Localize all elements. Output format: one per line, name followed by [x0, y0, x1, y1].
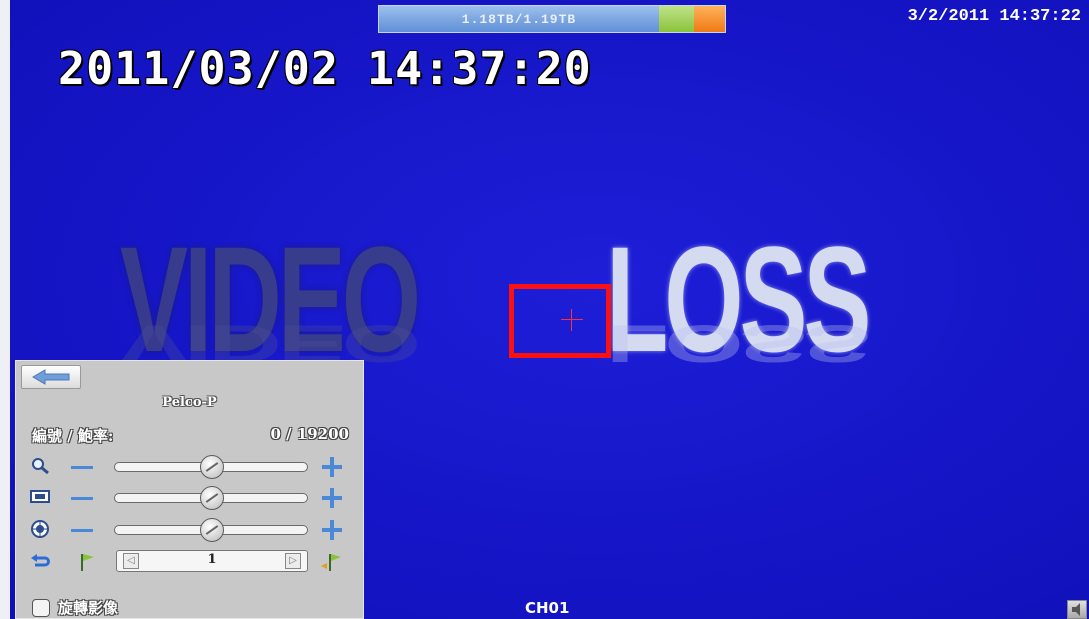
zoom-slider-knob[interactable] — [200, 455, 224, 479]
preset-row: ◁ 1 ▷ — [16, 550, 363, 574]
zoom-in-button[interactable] — [320, 455, 344, 479]
magnifier-icon — [32, 458, 49, 475]
flag-go-icon[interactable] — [320, 552, 342, 572]
preset-value: 1 — [207, 552, 217, 567]
focus-row — [16, 486, 363, 510]
storage-segment-orange — [694, 6, 725, 32]
iris-close-button[interactable] — [68, 518, 96, 542]
channel-label: CH01 — [525, 599, 570, 617]
rotate-image-label: 旋轉影像 — [58, 599, 119, 617]
storage-text: 1.18TB/1.19TB — [461, 11, 577, 27]
iris-slider[interactable] — [114, 518, 308, 542]
video-loss-reflection-loss: LOSS — [606, 314, 868, 374]
crosshair-icon — [561, 309, 583, 331]
focus-far-button[interactable] — [320, 486, 344, 510]
flag-icon[interactable] — [78, 552, 96, 572]
return-icon[interactable] — [30, 552, 50, 570]
audio-button[interactable] — [1067, 600, 1087, 619]
address-baud-value: 0 / 19200 — [270, 425, 349, 443]
ptz-target-box[interactable] — [509, 284, 611, 358]
osd-timestamp: 2011/03/02 14:37:20 — [58, 42, 592, 95]
iris-slider-knob[interactable] — [200, 518, 224, 542]
iris-open-button[interactable] — [320, 518, 344, 542]
focus-icon — [30, 490, 50, 503]
speaker-icon — [1072, 603, 1080, 616]
back-button[interactable] — [21, 365, 81, 389]
storage-segment-green — [659, 6, 694, 32]
preset-selector[interactable]: ◁ 1 ▷ — [116, 550, 308, 572]
iris-row — [16, 518, 363, 542]
system-clock: 3/2/2011 14:37:22 — [907, 7, 1081, 26]
preset-next-button[interactable]: ▷ — [285, 553, 301, 569]
focus-slider-knob[interactable] — [200, 486, 224, 510]
focus-slider[interactable] — [114, 486, 308, 510]
storage-bar: 1.18TB/1.19TB — [378, 5, 726, 33]
back-arrow-icon — [32, 369, 70, 385]
rotate-image-checkbox[interactable] — [32, 599, 50, 617]
zoom-slider[interactable] — [114, 455, 308, 479]
ptz-protocol: Pelco-P — [162, 395, 217, 410]
screen-edge — [0, 0, 10, 619]
video-screen[interactable]: 1.18TB/1.19TB 3/2/2011 14:37:22 2011/03/… — [0, 0, 1089, 619]
iris-icon — [31, 520, 49, 538]
address-baud-label: 編號 / 鮑率: — [32, 427, 114, 445]
focus-near-button[interactable] — [68, 486, 96, 510]
zoom-row — [16, 455, 363, 479]
ptz-control-panel: Pelco-P 編號 / 鮑率: 0 / 19200 ◁ 1 ▷ 旋轉影像 — [15, 360, 364, 619]
zoom-out-button[interactable] — [68, 455, 96, 479]
